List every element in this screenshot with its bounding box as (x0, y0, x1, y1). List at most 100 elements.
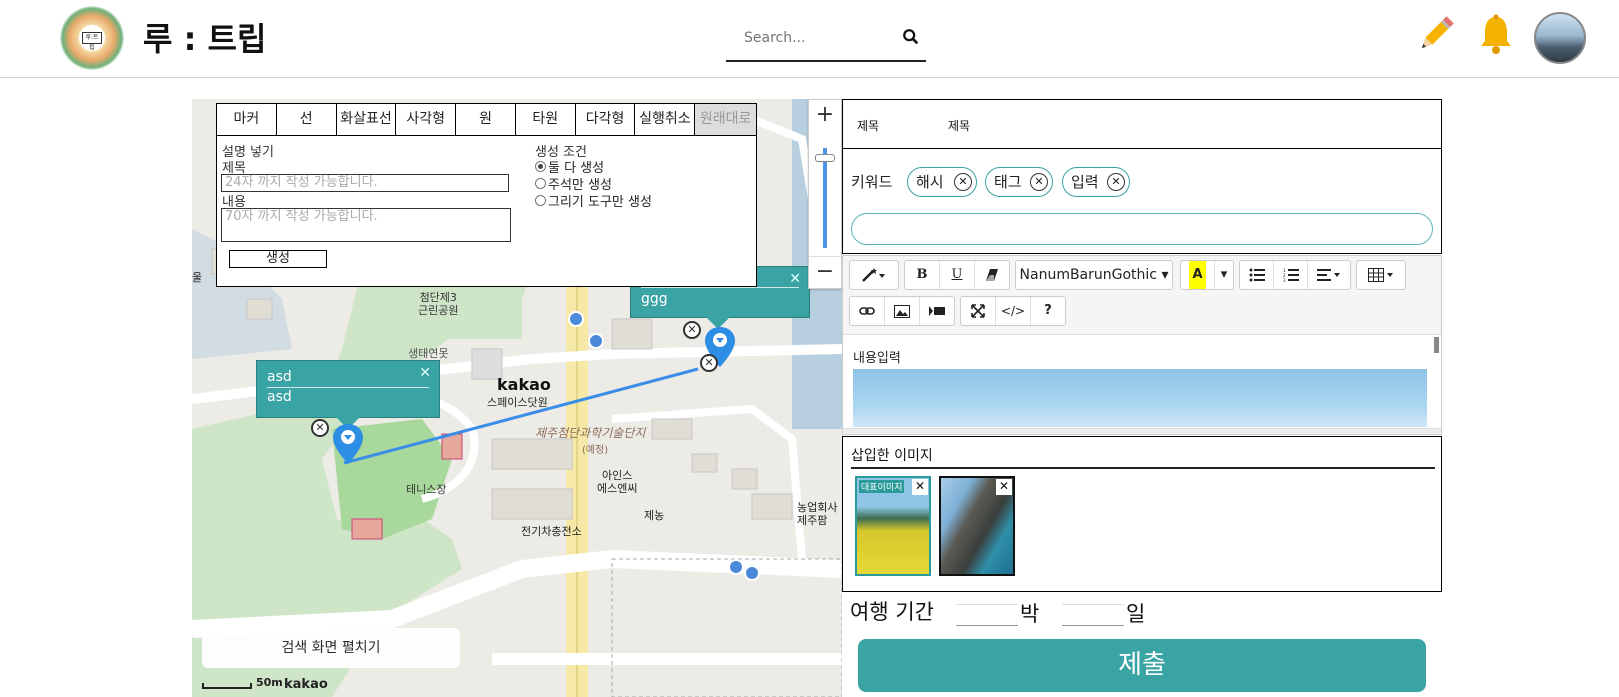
zoom-control: + − (808, 99, 842, 289)
image-icon[interactable] (885, 297, 920, 325)
header: 루:트립 루 : 트립 (0, 0, 1619, 78)
days-input[interactable] (1062, 604, 1124, 626)
search-bar (726, 20, 926, 62)
video-icon[interactable] (920, 297, 954, 325)
keyword-tag: 입력 ✕ (1062, 167, 1130, 197)
image-thumbnail[interactable]: 대표이미지 ✕ (855, 476, 931, 576)
label-planned: (예정) (582, 445, 609, 456)
tab-undo[interactable]: 실행취소 (635, 104, 696, 137)
brand-title[interactable]: 루 : 트립 (143, 14, 266, 60)
svg-text:3: 3 (1283, 278, 1286, 282)
tab-marker[interactable]: 마커 (217, 104, 277, 137)
annotation-title-input[interactable]: 24자 까지 작성 가능합니다. (221, 174, 509, 192)
radio-icon[interactable] (535, 178, 546, 189)
align-icon[interactable] (1308, 261, 1350, 289)
help-icon[interactable]: ? (1031, 297, 1065, 325)
color-dropdown-icon[interactable]: ▾ (1215, 261, 1233, 289)
radio-drawing-only[interactable]: 그리기 도구만 생성 (535, 191, 652, 210)
label-eco: 생태연못 (408, 347, 449, 360)
font-family-value[interactable]: NanumBarunGothic ▾ (1016, 261, 1172, 289)
editor-content[interactable]: 내용입력 (843, 334, 1441, 430)
label-ains: 아인스 에스엔씨 (597, 469, 638, 495)
map-pin-icon[interactable] (333, 424, 363, 464)
bus-stop-icon[interactable] (568, 311, 584, 327)
remove-image-icon[interactable]: ✕ (996, 479, 1012, 495)
keyword-input[interactable] (851, 213, 1433, 245)
editor-resize-handle[interactable] (843, 428, 1441, 434)
radio-label: 그리기 도구만 생성 (548, 195, 652, 210)
font-style-group: B U (904, 260, 1010, 290)
tab-rectangle[interactable]: 사각형 (396, 104, 457, 137)
tag-remove-icon[interactable]: ✕ (1030, 173, 1048, 191)
nights-input[interactable] (956, 604, 1018, 626)
code-icon[interactable]: </> (996, 297, 1031, 325)
zoom-slider-handle[interactable] (815, 154, 835, 162)
info-box-asd[interactable]: asd asd ✕ (256, 360, 440, 418)
bus-stop-icon[interactable] (588, 333, 604, 349)
ordered-list-icon[interactable]: 123 (1274, 261, 1308, 289)
tag-remove-icon[interactable]: ✕ (1107, 173, 1125, 191)
editor-inline-image[interactable] (853, 369, 1427, 427)
inserted-images-section: 삽입한 이미지 대표이미지 ✕ ✕ (842, 436, 1442, 592)
label-left: 울 (192, 271, 203, 284)
insert-group (849, 296, 955, 326)
link-icon[interactable] (850, 297, 885, 325)
submit-button[interactable]: 제출 (858, 639, 1426, 692)
bell-icon[interactable] (1474, 12, 1518, 56)
bus-stop-icon[interactable] (728, 559, 744, 575)
pencil-icon[interactable] (1414, 12, 1458, 56)
zoom-in-button[interactable]: + (809, 100, 841, 132)
bus-stop-icon[interactable] (744, 565, 760, 581)
info-divider (641, 287, 799, 288)
tab-circle[interactable]: 원 (456, 104, 516, 137)
tab-ellipse[interactable]: 타원 (515, 104, 576, 137)
logo-text: 루:트립 (82, 32, 102, 51)
underline-icon[interactable]: U (940, 261, 975, 289)
annotation-panel: 설명 넣기 제목 24자 까지 작성 가능합니다. 내용 70자 까지 작성 가… (216, 135, 757, 287)
image-thumbnail[interactable]: ✕ (939, 476, 1015, 576)
travel-period-label: 여행 기간 (850, 600, 934, 624)
eraser-icon[interactable] (975, 261, 1009, 289)
label-tennis: 테니스장 (406, 483, 447, 496)
inserted-images-divider (851, 467, 1435, 469)
magic-wand-icon[interactable] (850, 261, 898, 289)
tab-reset[interactable]: 원래대로 (695, 104, 757, 137)
label-kakao: kakao (497, 375, 551, 394)
label-farm: 농업회사 제주팜 (797, 501, 838, 527)
zoom-out-button[interactable]: − (809, 256, 841, 288)
create-button[interactable]: 생성 (229, 250, 327, 268)
tab-arrow[interactable]: 화살표선 (336, 104, 397, 137)
search-input[interactable] (744, 26, 894, 50)
user-avatar[interactable] (1534, 12, 1586, 64)
bold-icon[interactable]: B (905, 261, 940, 289)
expand-search-button[interactable]: 검색 화면 펼치기 (202, 628, 460, 668)
list-group: 123 (1239, 260, 1351, 290)
search-icon[interactable] (902, 28, 920, 46)
title-input[interactable]: 제목 (948, 117, 970, 134)
delete-marker-icon[interactable]: ✕ (683, 321, 701, 339)
annotation-content-input[interactable]: 70자 까지 작성 가능합니다. (221, 208, 511, 242)
fullscreen-icon[interactable] (961, 297, 996, 325)
delete-marker-icon[interactable]: ✕ (311, 419, 329, 437)
bullet-list-icon[interactable] (1240, 261, 1274, 289)
zoom-slider-track[interactable] (823, 148, 827, 248)
site-logo[interactable]: 루:트립 (60, 6, 124, 70)
label-park: 첨단제3 근린공원 (418, 291, 459, 317)
tag-remove-icon[interactable]: ✕ (954, 173, 972, 191)
delete-line-icon[interactable]: ✕ (700, 354, 718, 372)
close-icon[interactable]: ✕ (789, 271, 801, 287)
table-icon[interactable] (1357, 261, 1405, 289)
representative-badge: 대표이미지 (859, 480, 905, 493)
text-color-icon[interactable]: A (1181, 261, 1215, 289)
radio-icon[interactable] (535, 195, 546, 206)
remove-image-icon[interactable]: ✕ (912, 479, 928, 495)
font-family-select[interactable]: NanumBarunGothic ▾ (1015, 260, 1173, 290)
keyword-tag: 태그 ✕ (985, 167, 1053, 197)
style-group (849, 260, 899, 290)
radio-icon[interactable] (535, 161, 546, 172)
tab-polygon[interactable]: 다각형 (575, 104, 636, 137)
info-content: ggg (641, 291, 668, 307)
close-icon[interactable]: ✕ (419, 365, 431, 381)
tab-line[interactable]: 선 (276, 104, 337, 137)
editor-scrollbar[interactable] (1434, 337, 1439, 353)
